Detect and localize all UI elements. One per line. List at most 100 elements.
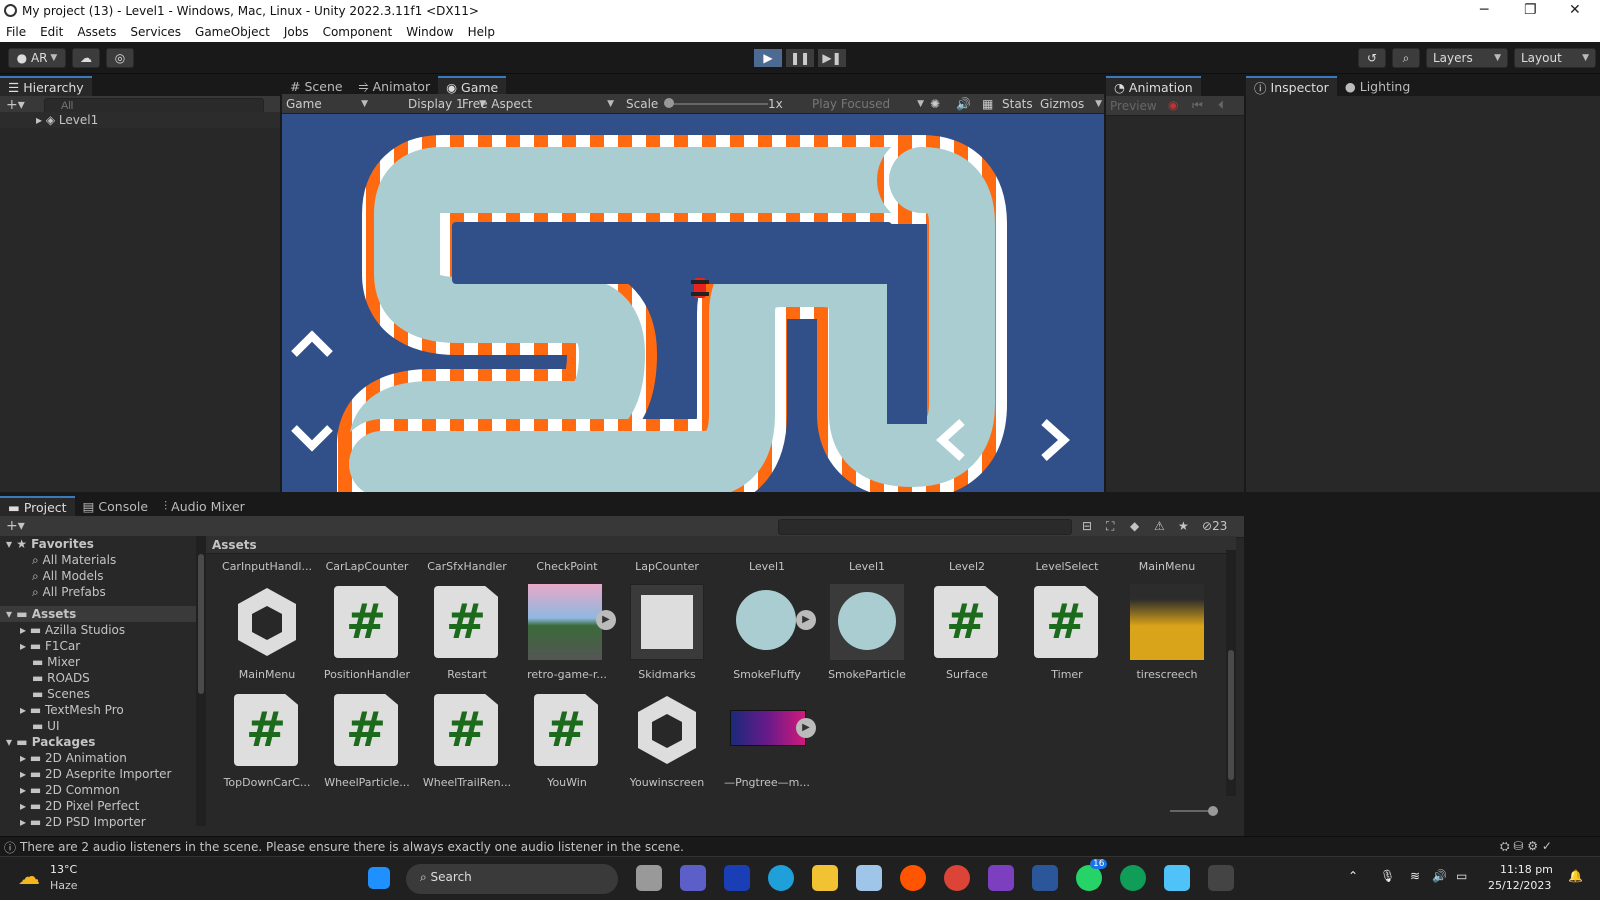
assets-folder[interactable]: ▾ ▬ Assets	[0, 606, 196, 622]
visual-studio-icon[interactable]	[988, 865, 1014, 891]
asset-item[interactable]: # Timer	[1022, 582, 1112, 682]
close-icon[interactable]: ✕	[1569, 2, 1581, 18]
audio-icon[interactable]: 🔊	[956, 94, 971, 114]
wifi-icon[interactable]: ≋	[1410, 869, 1420, 883]
scale-slider-handle[interactable]	[664, 98, 674, 108]
edge-icon[interactable]	[768, 865, 794, 891]
favorite-item[interactable]: ⌕ All Materials	[0, 552, 116, 568]
account-dropdown[interactable]: ● AR ▼	[8, 48, 66, 68]
right-arrow-icon[interactable]	[1041, 419, 1070, 461]
taskbar-search[interactable]: ⌕ Search	[406, 864, 618, 894]
asset-item[interactable]: Youwinscreen	[622, 690, 712, 790]
menu-window[interactable]: Window	[406, 25, 453, 39]
pause-button[interactable]: ❚❚	[786, 49, 814, 67]
favorites-header[interactable]: ▾ ★ Favorites	[0, 536, 94, 552]
tab-scene[interactable]: # Scene	[282, 76, 351, 96]
minimize-icon[interactable]: ─	[1480, 2, 1488, 18]
layout-dropdown[interactable]: Layout ▼	[1514, 48, 1596, 68]
play-icon[interactable]: ▶	[796, 610, 816, 630]
notepad-icon[interactable]	[1164, 865, 1190, 891]
folder-item[interactable]: ▸ ▬ Azilla Studios	[0, 622, 125, 638]
cloud-button[interactable]: ☁	[72, 48, 100, 68]
asset-item[interactable]: Level1	[722, 554, 812, 574]
package-item[interactable]: ▸ ▬ 2D Common	[0, 782, 120, 798]
up-arrow-icon[interactable]	[291, 330, 333, 357]
asset-item[interactable]: CarLapCounter	[322, 554, 412, 574]
menu-help[interactable]: Help	[468, 25, 495, 39]
restore-icon[interactable]: ❐	[1524, 2, 1537, 18]
package-item[interactable]: ▸ ▬ 2D Aseprite Importer	[0, 766, 171, 782]
asset-item[interactable]: # Restart	[422, 582, 512, 682]
task-view-icon[interactable]	[636, 865, 662, 891]
asset-item[interactable]: Skidmarks	[622, 582, 712, 682]
package-item[interactable]: ▸ ▬ 2D Animation	[0, 750, 127, 766]
preview-button[interactable]: Preview	[1110, 99, 1157, 113]
asset-item[interactable]: # Surface	[922, 582, 1012, 682]
create-icon[interactable]: +▾	[6, 518, 25, 534]
package-item[interactable]: ▸ ▬ 2D PSD Importer	[0, 814, 146, 828]
thumbnail-size-handle[interactable]	[1208, 806, 1218, 816]
bug-icon[interactable]: ✺	[930, 94, 940, 114]
folder-item[interactable]: ▸ ▬ F1Car	[0, 638, 80, 654]
asset-item[interactable]: CarSfxHandler	[422, 554, 512, 574]
record-icon[interactable]: ◉	[1168, 98, 1178, 112]
asset-item[interactable]: ▶ —Pngtree—m...	[722, 690, 816, 790]
asset-item[interactable]: Level1	[822, 554, 912, 574]
folder-item[interactable]: ▬ Mixer	[0, 654, 80, 670]
menu-jobs[interactable]: Jobs	[284, 25, 309, 39]
microphone-icon[interactable]: 🎙	[1380, 869, 1395, 883]
gizmos-dropdown[interactable]: Gizmos ▼	[1040, 94, 1102, 114]
tab-animation[interactable]: ◔ Animation	[1106, 76, 1201, 96]
asset-grid-scrollbar[interactable]	[1226, 550, 1236, 796]
game-viewport[interactable]	[282, 114, 1104, 492]
clock-time[interactable]: 11:18 pm	[1500, 863, 1553, 876]
tab-animator[interactable]: ⥤ Animator	[351, 76, 439, 96]
word-icon[interactable]	[1032, 865, 1058, 891]
menu-assets[interactable]: Assets	[77, 25, 116, 39]
add-icon[interactable]: +▾	[6, 97, 25, 113]
windows-start-icon[interactable]	[368, 867, 390, 889]
l-app-icon[interactable]	[724, 865, 750, 891]
down-arrow-icon[interactable]	[291, 425, 333, 452]
project-search-input[interactable]	[778, 519, 1072, 535]
favorite-item[interactable]: ⌕ All Prefabs	[0, 584, 106, 600]
asset-item[interactable]: CheckPoint	[522, 554, 612, 574]
warning-icon[interactable]: ⚠	[1154, 519, 1165, 533]
asset-item[interactable]: # TopDownCarC...	[222, 690, 312, 790]
tab-game[interactable]: ◉ Game	[438, 76, 507, 96]
asset-item[interactable]: # WheelTrailRen...	[422, 690, 512, 790]
hierarchy-item-level1[interactable]: ▸ ◈ Level1	[0, 112, 280, 128]
folder-item[interactable]: ▬ ROADS	[0, 670, 90, 686]
asset-item[interactable]: # PositionHandler	[322, 582, 412, 682]
prev-key-icon[interactable]: ⏴	[1218, 98, 1224, 113]
asset-item[interactable]: SmokeParticle	[822, 582, 912, 682]
weather-condition[interactable]: Haze	[50, 879, 78, 892]
menu-services[interactable]: Services	[130, 25, 181, 39]
clock-date[interactable]: 25/12/2023	[1488, 879, 1551, 892]
asset-item[interactable]: CarInputHandl...	[222, 554, 312, 574]
battery-icon[interactable]: ▭	[1456, 869, 1467, 883]
weather-temp[interactable]: 13°C	[50, 863, 77, 876]
folder-item[interactable]: ▸ ▬ TextMesh Pro	[0, 702, 124, 718]
asset-item[interactable]: LevelSelect	[1022, 554, 1112, 574]
scale-slider[interactable]	[668, 103, 768, 105]
game-mode-dropdown[interactable]: Game ▼	[286, 94, 368, 114]
notification-bell-icon[interactable]: 🔔	[1568, 869, 1583, 883]
search-button[interactable]: ⌕	[1392, 48, 1420, 68]
star-icon[interactable]: ★	[1178, 519, 1189, 533]
tab-project[interactable]: ▬ Project	[0, 496, 75, 516]
hidden-count[interactable]: ⊘23	[1202, 519, 1227, 533]
file-explorer-icon[interactable]	[812, 865, 838, 891]
folder-item[interactable]: ▬ UI	[0, 718, 59, 734]
tab-hierarchy[interactable]: ☰ Hierarchy	[0, 76, 92, 96]
teams-icon[interactable]	[680, 865, 706, 891]
asset-item[interactable]: ▶ SmokeFluffy	[722, 582, 816, 682]
stats-button[interactable]: Stats	[1002, 94, 1033, 114]
status-icons[interactable]: ⛭ ⛁ ⚙ ✓	[1500, 839, 1552, 854]
play-focused-dropdown[interactable]: Play Focused ▼	[812, 94, 924, 114]
asset-item[interactable]: MainMenu	[222, 582, 312, 682]
asset-item[interactable]: # WheelParticle...	[322, 690, 412, 790]
layers-dropdown[interactable]: Layers ▼	[1426, 48, 1508, 68]
tab-inspector[interactable]: ⓘ Inspector	[1246, 76, 1337, 96]
asset-item[interactable]: MainMenu	[1122, 554, 1212, 574]
